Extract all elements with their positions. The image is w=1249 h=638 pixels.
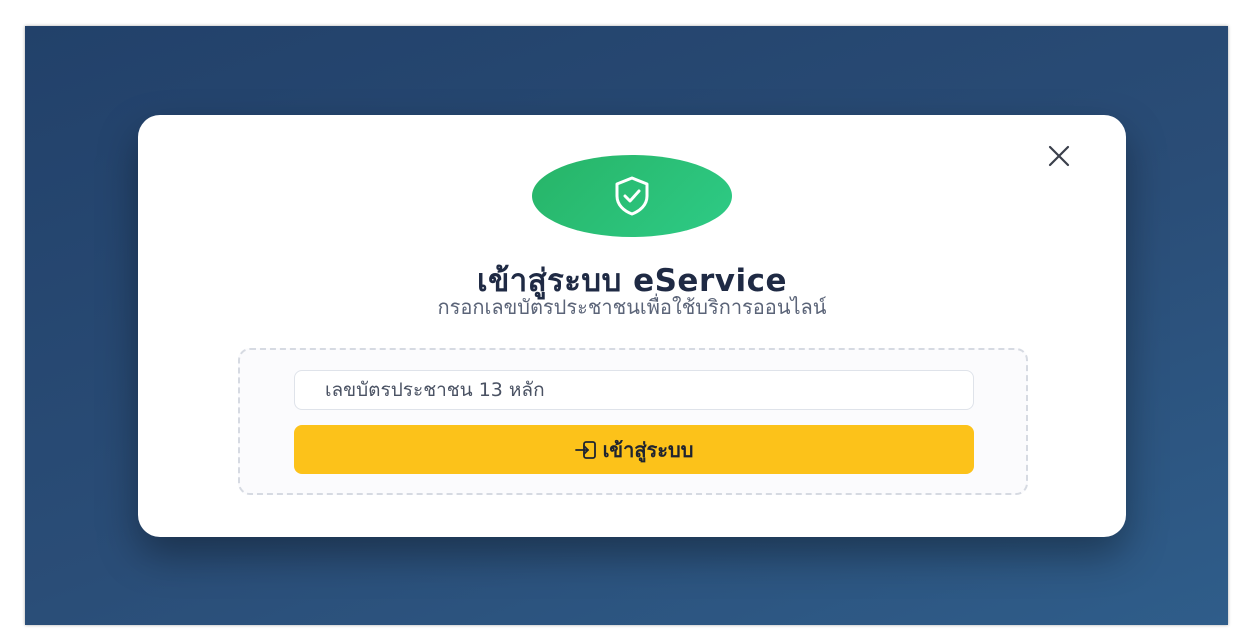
login-form: เข้าสู่ระบบ [238,348,1028,495]
login-modal: เข้าสู่ระบบ eService กรอกเลขบัตรประชาชนเ… [138,115,1126,537]
shield-check-icon [615,176,649,216]
login-button-label: เข้าสู่ระบบ [602,437,694,462]
login-icon [574,440,596,459]
page-subtitle: กรอกเลขบัตรประชาชนเพื่อใช้บริการออนไลน์ [437,295,827,319]
close-icon[interactable] [1046,143,1072,169]
login-button[interactable]: เข้าสู่ระบบ [294,425,974,474]
citizen-id-input[interactable] [294,370,974,410]
screenshot-frame: เข้าสู่ระบบ eService กรอกเลขบัตรประชาชนเ… [25,26,1228,625]
shield-badge [532,155,732,237]
